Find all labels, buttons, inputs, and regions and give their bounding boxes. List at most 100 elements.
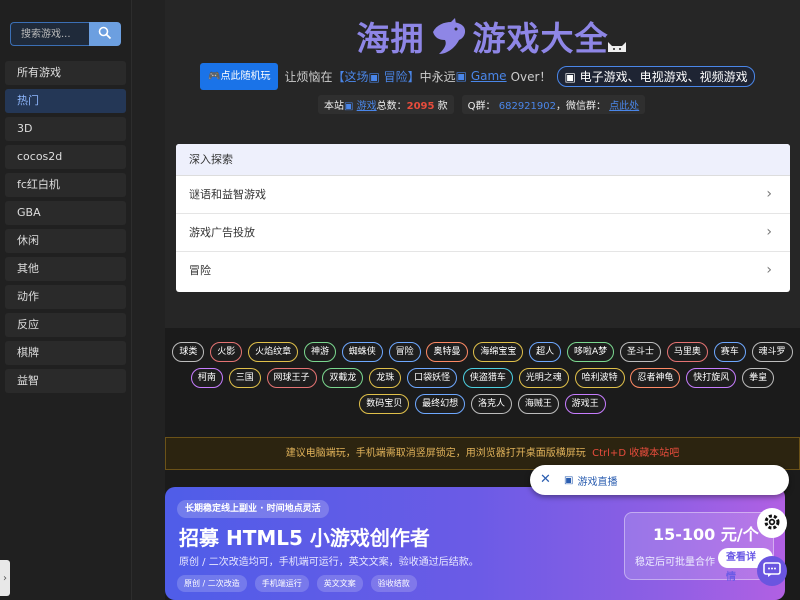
- screen-icon: ▣: [455, 69, 471, 83]
- sidebar-item-other[interactable]: 其他: [5, 257, 126, 281]
- contact-badge: Q群： 682921902，微信群： 点此处: [461, 95, 646, 114]
- live-stream-link[interactable]: ▣ 游戏直播: [564, 473, 617, 488]
- chevron-right-icon: ›: [766, 224, 772, 240]
- game-tag[interactable]: 圣斗士: [620, 342, 662, 362]
- explore-card: 深入探索 谜语和益智游戏 › 游戏广告投放 › 冒险 ›: [176, 144, 790, 292]
- sidebar-item-3d[interactable]: 3D: [5, 117, 126, 141]
- search-input[interactable]: [10, 22, 89, 46]
- gear-icon: [762, 512, 782, 535]
- sidebar-item-board[interactable]: 棋牌: [5, 341, 126, 365]
- game-tag[interactable]: 火焰纹章: [248, 342, 299, 362]
- title-right: 游戏大全: [472, 19, 609, 58]
- gamepad-icon: 🎮: [208, 70, 221, 82]
- game-tag[interactable]: 网球王子: [266, 368, 317, 388]
- main-content: 海拥 游戏大全 🎮点此随机玩 让烦恼在 【这场▣ 冒险】 中永远 ▣ Game O…: [165, 0, 800, 600]
- search-button[interactable]: [89, 22, 121, 46]
- sidebar-item-puzzle[interactable]: 益智: [5, 369, 126, 393]
- sidebar-item-cocos2d[interactable]: cocos2d: [5, 145, 126, 169]
- qq-group[interactable]: 682921902: [499, 101, 556, 112]
- game-tag[interactable]: 柯南: [190, 368, 223, 388]
- game-tag[interactable]: 赛车: [713, 342, 746, 362]
- game-tag[interactable]: 奥特曼: [426, 342, 468, 362]
- intro-text-3: Over！: [510, 69, 552, 84]
- game-tag[interactable]: 海贼王: [517, 394, 559, 414]
- game-tag[interactable]: 拳皇: [742, 368, 775, 388]
- sidebar-item-hot[interactable]: 热门: [5, 89, 126, 113]
- game-tag[interactable]: 神游: [303, 342, 336, 362]
- wechat-link[interactable]: 点此处: [609, 101, 639, 112]
- dolphin-logo-icon: [429, 17, 469, 64]
- game-tag[interactable]: 洛克人: [470, 394, 512, 414]
- banner-chip: 手机端运行: [254, 575, 309, 592]
- sidebar-item-gba[interactable]: GBA: [5, 201, 126, 225]
- game-tag[interactable]: 忍者神龟: [630, 368, 681, 388]
- explore-item-adventure[interactable]: 冒险 ›: [176, 252, 790, 289]
- banner-chip: 英文文案: [316, 575, 363, 592]
- tag-cloud: 球类 火影 火焰纹章 神游 蜘蛛侠 冒险 奥特曼 海绵宝宝 超人 哆啦A梦 圣斗…: [165, 342, 800, 420]
- adventure-link[interactable]: 【这场▣ 冒险】: [332, 68, 419, 85]
- game-tag[interactable]: 哆啦A梦: [567, 342, 615, 362]
- sidebar-item-casual[interactable]: 休闲: [5, 229, 126, 253]
- game-tag[interactable]: 光明之魂: [518, 368, 569, 388]
- game-tag[interactable]: 口袋妖怪: [407, 368, 458, 388]
- game-tag[interactable]: 哈利波特: [574, 368, 625, 388]
- screen-icon: ▣: [344, 101, 357, 112]
- category-nav: 所有游戏 热门 3D cocos2d fc红白机 GBA 休闲 其他 动作 反应…: [5, 61, 126, 397]
- chevron-right-icon: ›: [3, 572, 7, 584]
- sidebar-gutter: [132, 0, 165, 600]
- game-tag[interactable]: 球类: [172, 342, 205, 362]
- stats-row: 本站▣ 游戏总数：2095 款 Q群： 682921902，微信群： 点此处: [318, 95, 646, 114]
- cat-icon: [606, 38, 628, 55]
- sidebar-item-action[interactable]: 动作: [5, 285, 126, 309]
- games-link[interactable]: ▣ 游戏: [344, 101, 377, 112]
- sidebar: 所有游戏 热门 3D cocos2d fc红白机 GBA 休闲 其他 动作 反应…: [0, 0, 132, 600]
- game-tag[interactable]: 冒险: [388, 342, 421, 362]
- explore-item-puzzle[interactable]: 谜语和益智游戏 ›: [176, 176, 790, 214]
- sidebar-item-all[interactable]: 所有游戏: [5, 61, 126, 85]
- game-link[interactable]: ▣ Game: [456, 69, 507, 83]
- screen-icon: ▣: [564, 69, 580, 84]
- sidebar-collapse-toggle[interactable]: ›: [0, 560, 10, 596]
- banner-chips: 原创 / 二次改造 手机端运行 英文文案 验收结款: [177, 575, 417, 592]
- price-box: 15-100 元/个 稳定后可批量合作 查看详情: [624, 512, 774, 583]
- game-tag[interactable]: 三国: [228, 368, 261, 388]
- banner-subtitle: 原创 / 二次改造均可，手机端可运行，英文文案，验收通过后结款。: [179, 557, 479, 568]
- explore-item-ads[interactable]: 游戏广告投放 ›: [176, 214, 790, 252]
- game-tag[interactable]: 快打旋风: [686, 368, 737, 388]
- game-tag[interactable]: 数码宝贝: [359, 394, 410, 414]
- game-tag[interactable]: 火影: [210, 342, 243, 362]
- chat-icon: [763, 561, 781, 581]
- live-stream-popup: ✕ ▣ 游戏直播: [530, 465, 789, 495]
- genre-pill[interactable]: ▣ 电子游戏、电视游戏、视频游戏: [557, 65, 755, 87]
- chat-button[interactable]: [757, 556, 787, 586]
- game-tag[interactable]: 最终幻想: [415, 394, 466, 414]
- game-tag[interactable]: 游戏王: [564, 394, 606, 414]
- sidebar-item-fc[interactable]: fc红白机: [5, 173, 126, 197]
- explore-title: 深入探索: [176, 144, 790, 176]
- game-tag[interactable]: 马里奥: [666, 342, 708, 362]
- sidebar-item-reaction[interactable]: 反应: [5, 313, 126, 337]
- close-icon[interactable]: ✕: [540, 472, 551, 487]
- game-tag[interactable]: 海绵宝宝: [473, 342, 524, 362]
- page-title: 海拥 游戏大全: [165, 12, 800, 64]
- intro-row: 🎮点此随机玩 让烦恼在 【这场▣ 冒险】 中永远 ▣ Game Over！ ▣ …: [200, 62, 755, 90]
- game-tag[interactable]: 龙珠: [369, 368, 402, 388]
- chevron-right-icon: ›: [766, 262, 772, 278]
- game-tag[interactable]: 侠盗猎车: [462, 368, 513, 388]
- game-tag[interactable]: 蜘蛛侠: [341, 342, 383, 362]
- game-tag[interactable]: 双截龙: [322, 368, 364, 388]
- screen-icon: ▣: [368, 69, 384, 84]
- banner-chip: 原创 / 二次改造: [177, 575, 247, 592]
- game-tag[interactable]: 超人: [529, 342, 562, 362]
- chevron-right-icon: ›: [766, 186, 772, 202]
- game-tag[interactable]: 魂斗罗: [751, 342, 793, 362]
- search-bar: [10, 22, 121, 46]
- intro-text-2: 中永远: [419, 69, 456, 84]
- price: 15-100 元/个: [653, 525, 759, 544]
- settings-button[interactable]: [757, 508, 787, 538]
- random-play-button[interactable]: 🎮点此随机玩: [200, 62, 279, 90]
- title-left: 海拥: [356, 19, 425, 58]
- recruit-banner[interactable]: 长期稳定线上副业 · 时间地点灵活 招募 HTML5 小游戏创作者 原创 / 二…: [165, 487, 785, 600]
- intro-text: 让烦恼在: [284, 69, 333, 84]
- banner-title: 招募 HTML5 小游戏创作者: [179, 526, 430, 550]
